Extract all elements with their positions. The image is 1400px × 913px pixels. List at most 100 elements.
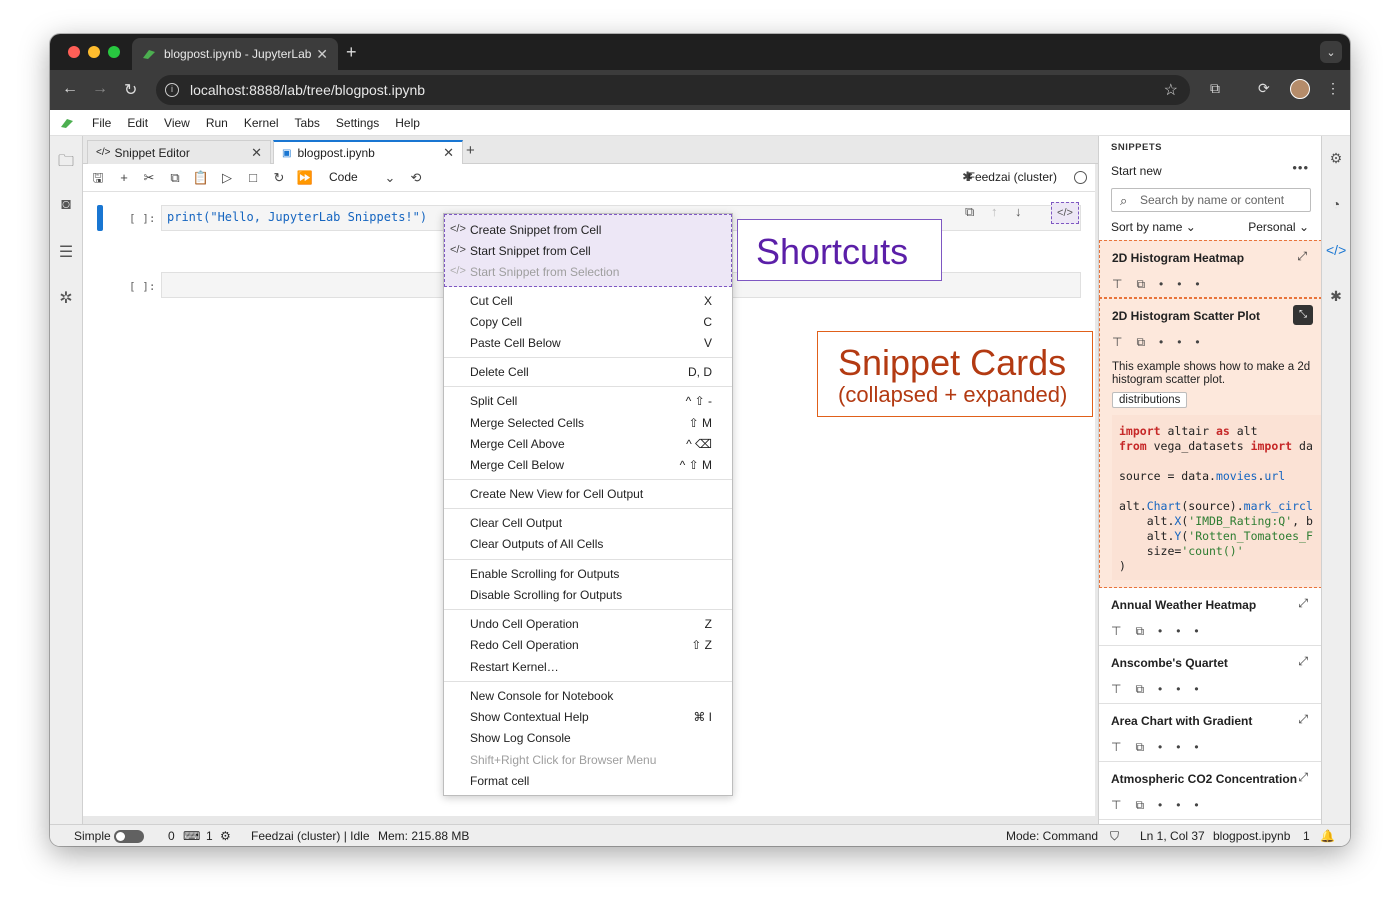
- menu-item[interactable]: Delete Cell: [470, 365, 529, 379]
- sort-dropdown[interactable]: Sort by name ⌄: [1111, 220, 1196, 234]
- table-of-contents-icon[interactable]: ☰: [56, 242, 76, 262]
- save-icon[interactable]: 🖫: [89, 169, 107, 187]
- copy-icon[interactable]: ⧉: [1135, 740, 1158, 754]
- site-info-icon[interactable]: i: [165, 83, 179, 97]
- close-tab-icon[interactable]: ✕: [443, 145, 454, 161]
- minimize-window-button[interactable]: [88, 46, 100, 58]
- forward-icon[interactable]: →: [92, 80, 108, 98]
- running-sessions-icon[interactable]: ◙: [56, 196, 76, 216]
- property-inspector-icon[interactable]: ⚙: [1326, 150, 1346, 170]
- cell-type-select[interactable]: Code: [329, 170, 358, 184]
- tab-notebook[interactable]: ▣ blogpost.ipynb ✕: [273, 140, 463, 164]
- menu-item[interactable]: Merge Cell Below: [470, 458, 564, 472]
- menu-item-start-snippet-selection[interactable]: Start Snippet from Selection: [470, 265, 619, 279]
- terminal-count[interactable]: 0: [168, 829, 175, 843]
- menu-item[interactable]: Copy Cell: [470, 315, 522, 329]
- duplicate-cell-icon[interactable]: ⧉: [965, 204, 974, 220]
- scope-dropdown[interactable]: Personal ⌄: [1248, 220, 1309, 234]
- menu-item[interactable]: Enable Scrolling for Outputs: [470, 567, 619, 581]
- insert-cell-icon[interactable]: +: [115, 169, 133, 187]
- kernel-count[interactable]: 1: [206, 829, 213, 843]
- menu-item-create-snippet[interactable]: Create Snippet from Cell: [470, 223, 601, 237]
- browser-tab[interactable]: blogpost.ipynb - JupyterLab ✕: [132, 38, 338, 70]
- extension-manager-icon[interactable]: ✲: [56, 288, 76, 308]
- menu-item[interactable]: New Console for Notebook: [470, 689, 613, 703]
- expand-icon[interactable]: ⤢: [1298, 770, 1308, 785]
- menu-item[interactable]: Split Cell: [470, 394, 517, 408]
- restart-icon[interactable]: ↻: [270, 169, 288, 187]
- maximize-window-button[interactable]: [108, 46, 120, 58]
- snippet-search-input[interactable]: ⌕ Search by name or content: [1111, 188, 1311, 212]
- menu-item[interactable]: Restart Kernel…: [470, 660, 559, 674]
- new-tab-button[interactable]: +: [346, 42, 357, 63]
- more-icon[interactable]: •••: [1159, 335, 1214, 349]
- menu-item-start-snippet-cell[interactable]: Start Snippet from Cell: [470, 244, 591, 258]
- menu-item[interactable]: Format cell: [470, 774, 529, 788]
- browser-menu-icon[interactable]: ⋮: [1326, 80, 1340, 97]
- more-icon[interactable]: •••: [1158, 624, 1213, 638]
- new-launcher-button[interactable]: +: [466, 142, 475, 159]
- snippet-card[interactable]: 2D Histogram Heatmap ⤢ ⊤⧉•••: [1099, 240, 1321, 298]
- url-field[interactable]: i localhost:8888/lab/tree/blogpost.ipynb…: [156, 75, 1190, 105]
- menu-item[interactable]: Redo Cell Operation: [470, 638, 579, 652]
- menu-edit[interactable]: Edit: [119, 116, 156, 130]
- simple-mode-toggle[interactable]: [114, 830, 144, 843]
- copy-icon[interactable]: ⧉: [1136, 277, 1159, 291]
- kernel-status[interactable]: Feedzai (cluster) | Idle: [251, 829, 370, 843]
- file-browser-icon[interactable]: 🗀: [56, 150, 76, 170]
- extensions-icon[interactable]: ⧉: [1210, 80, 1220, 97]
- more-icon[interactable]: •••: [1158, 798, 1213, 812]
- kernel-name[interactable]: Feedzai (cluster): [968, 170, 1057, 184]
- snippet-card[interactable]: Anscombe's Quartet ⤢ ⊤⧉•••: [1099, 646, 1321, 704]
- menu-item[interactable]: Undo Cell Operation: [470, 617, 579, 631]
- expand-icon[interactable]: ⤢: [1298, 596, 1308, 611]
- more-options-icon[interactable]: •••: [1292, 160, 1309, 175]
- snippet-card[interactable]: Annual Weather Heatmap ⤢ ⊤⧉•••: [1099, 588, 1321, 646]
- insert-icon[interactable]: ⊤: [1112, 277, 1136, 291]
- copy-icon[interactable]: ⧉: [1135, 624, 1158, 638]
- menu-item[interactable]: Cut Cell: [470, 294, 513, 308]
- reload-icon[interactable]: ↻: [124, 80, 137, 100]
- cut-icon[interactable]: ✂: [140, 169, 158, 187]
- card-tag[interactable]: distributions: [1112, 392, 1188, 408]
- close-window-button[interactable]: [68, 46, 80, 58]
- menu-kernel[interactable]: Kernel: [236, 116, 287, 130]
- stop-icon[interactable]: □: [244, 169, 262, 187]
- menu-item[interactable]: Paste Cell Below: [470, 336, 561, 350]
- paste-icon[interactable]: 📋: [192, 169, 210, 187]
- copy-icon[interactable]: ⧉: [1135, 682, 1158, 696]
- profile-avatar[interactable]: [1290, 79, 1310, 99]
- cursor-position[interactable]: Ln 1, Col 37: [1140, 829, 1205, 843]
- menu-file[interactable]: File: [84, 116, 119, 130]
- menu-view[interactable]: View: [156, 116, 198, 130]
- menu-item[interactable]: Disable Scrolling for Outputs: [470, 588, 622, 602]
- run-icon[interactable]: ▷: [218, 169, 236, 187]
- snippet-card-expanded[interactable]: 2D Histogram Scatter Plot ⤡ ⊤⧉••• This e…: [1099, 298, 1321, 588]
- expand-icon[interactable]: ⤢: [1297, 249, 1307, 264]
- snippet-card[interactable]: Atmospheric CO2 Concentration ⤢ ⊤⧉•••: [1099, 762, 1321, 820]
- more-icon[interactable]: •••: [1158, 682, 1213, 696]
- insert-icon[interactable]: ⊤: [1111, 798, 1135, 812]
- expand-icon[interactable]: ⤢: [1298, 654, 1308, 669]
- chevron-down-icon[interactable]: ⌄: [381, 169, 399, 187]
- menu-item[interactable]: Merge Cell Above: [470, 437, 565, 451]
- insert-icon[interactable]: ⊤: [1111, 682, 1135, 696]
- more-icon[interactable]: •••: [1158, 740, 1213, 754]
- performance-icon[interactable]: ⟳: [1258, 80, 1270, 97]
- more-icon[interactable]: •••: [1159, 277, 1214, 291]
- back-icon[interactable]: ←: [62, 80, 78, 98]
- tab-snippet-editor[interactable]: </> Snippet Editor ✕: [87, 140, 271, 164]
- move-up-icon[interactable]: ↑: [991, 204, 998, 219]
- menu-settings[interactable]: Settings: [328, 116, 387, 130]
- menu-item[interactable]: Merge Selected Cells: [470, 416, 584, 430]
- start-new-label[interactable]: Start new: [1111, 164, 1162, 178]
- run-all-icon[interactable]: ⏩: [296, 169, 314, 187]
- notification-count[interactable]: 1: [1303, 829, 1310, 843]
- close-tab-icon[interactable]: ✕: [316, 46, 328, 63]
- copy-icon[interactable]: ⧉: [1135, 798, 1158, 812]
- snippet-card[interactable]: Area Chart with Gradient ⤢ ⊤⧉•••: [1099, 704, 1321, 762]
- menu-item[interactable]: Clear Outputs of All Cells: [470, 537, 603, 551]
- menu-help[interactable]: Help: [387, 116, 428, 130]
- gauge-icon[interactable]: ◔: [1326, 196, 1346, 216]
- copy-icon[interactable]: ⧉: [166, 169, 184, 187]
